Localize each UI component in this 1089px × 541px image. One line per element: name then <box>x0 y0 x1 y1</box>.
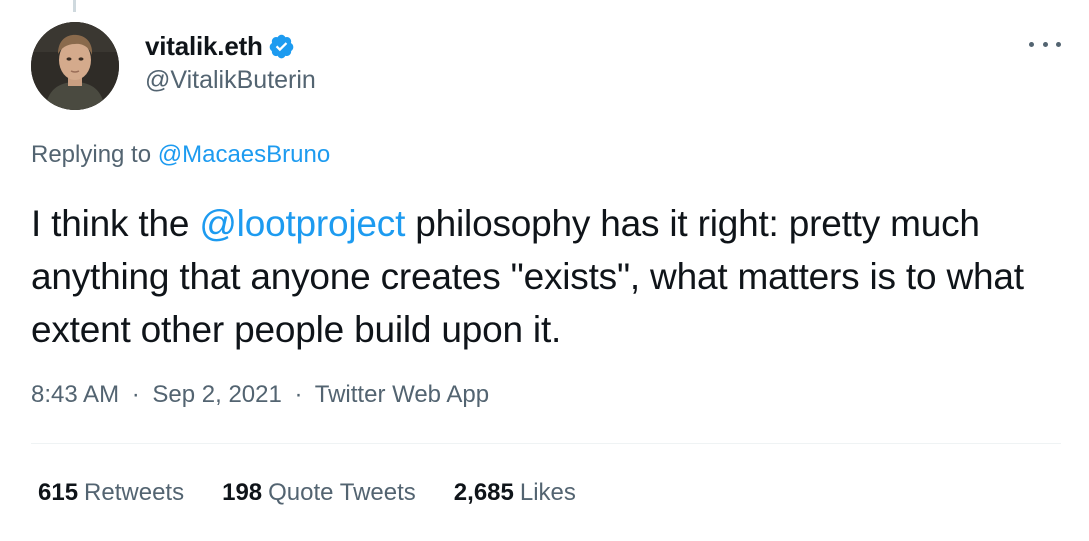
thread-connector-line <box>73 0 76 12</box>
retweets-label: Retweets <box>84 479 185 506</box>
tweet-date[interactable]: Sep 2, 2021 <box>152 381 281 408</box>
engagement-stats: 615 Retweets 198 Quote Tweets 2,685 Likes <box>38 479 614 507</box>
author-handle[interactable]: @VitalikButerin <box>145 66 316 95</box>
meta-separator: · <box>131 381 140 408</box>
retweets-count: 615 <box>38 479 79 506</box>
avatar[interactable] <box>31 22 119 110</box>
author-name-row: vitalik.eth <box>145 28 316 64</box>
more-dot <box>1029 41 1034 47</box>
tweet-time[interactable]: 8:43 AM <box>31 381 119 408</box>
reply-prefix: Replying to <box>31 141 152 168</box>
retweets-stat[interactable]: 615 Retweets <box>38 479 184 507</box>
likes-count: 2,685 <box>453 479 514 506</box>
quote-tweets-label: Quote Tweets <box>268 479 416 506</box>
likes-label: Likes <box>519 479 576 506</box>
quote-tweets-stat[interactable]: 198 Quote Tweets <box>222 479 416 507</box>
verified-badge-icon <box>268 33 295 60</box>
tweet-metadata: 8:43 AM · Sep 2, 2021 · Twitter Web App <box>31 381 489 409</box>
tweet-mention-link[interactable]: @lootproject <box>199 203 405 244</box>
author-display-name[interactable]: vitalik.eth <box>145 31 263 62</box>
meta-separator: · <box>294 381 303 408</box>
more-dot <box>1042 41 1048 47</box>
tweet-author: vitalik.eth @VitalikButerin <box>145 28 316 95</box>
tweet-body: I think the @lootproject philosophy has … <box>31 197 1061 356</box>
divider <box>31 443 1061 444</box>
reply-context: Replying to @MacaesBruno <box>31 141 330 169</box>
tweet-source[interactable]: Twitter Web App <box>315 381 489 408</box>
more-options-icon[interactable] <box>1029 30 1061 58</box>
likes-stat[interactable]: 2,685 Likes <box>454 479 576 507</box>
more-dot <box>1056 41 1061 47</box>
quote-tweets-count: 198 <box>222 479 263 506</box>
reply-mention-link[interactable]: @MacaesBruno <box>158 141 330 168</box>
tweet-text-before: I think the <box>31 203 200 244</box>
